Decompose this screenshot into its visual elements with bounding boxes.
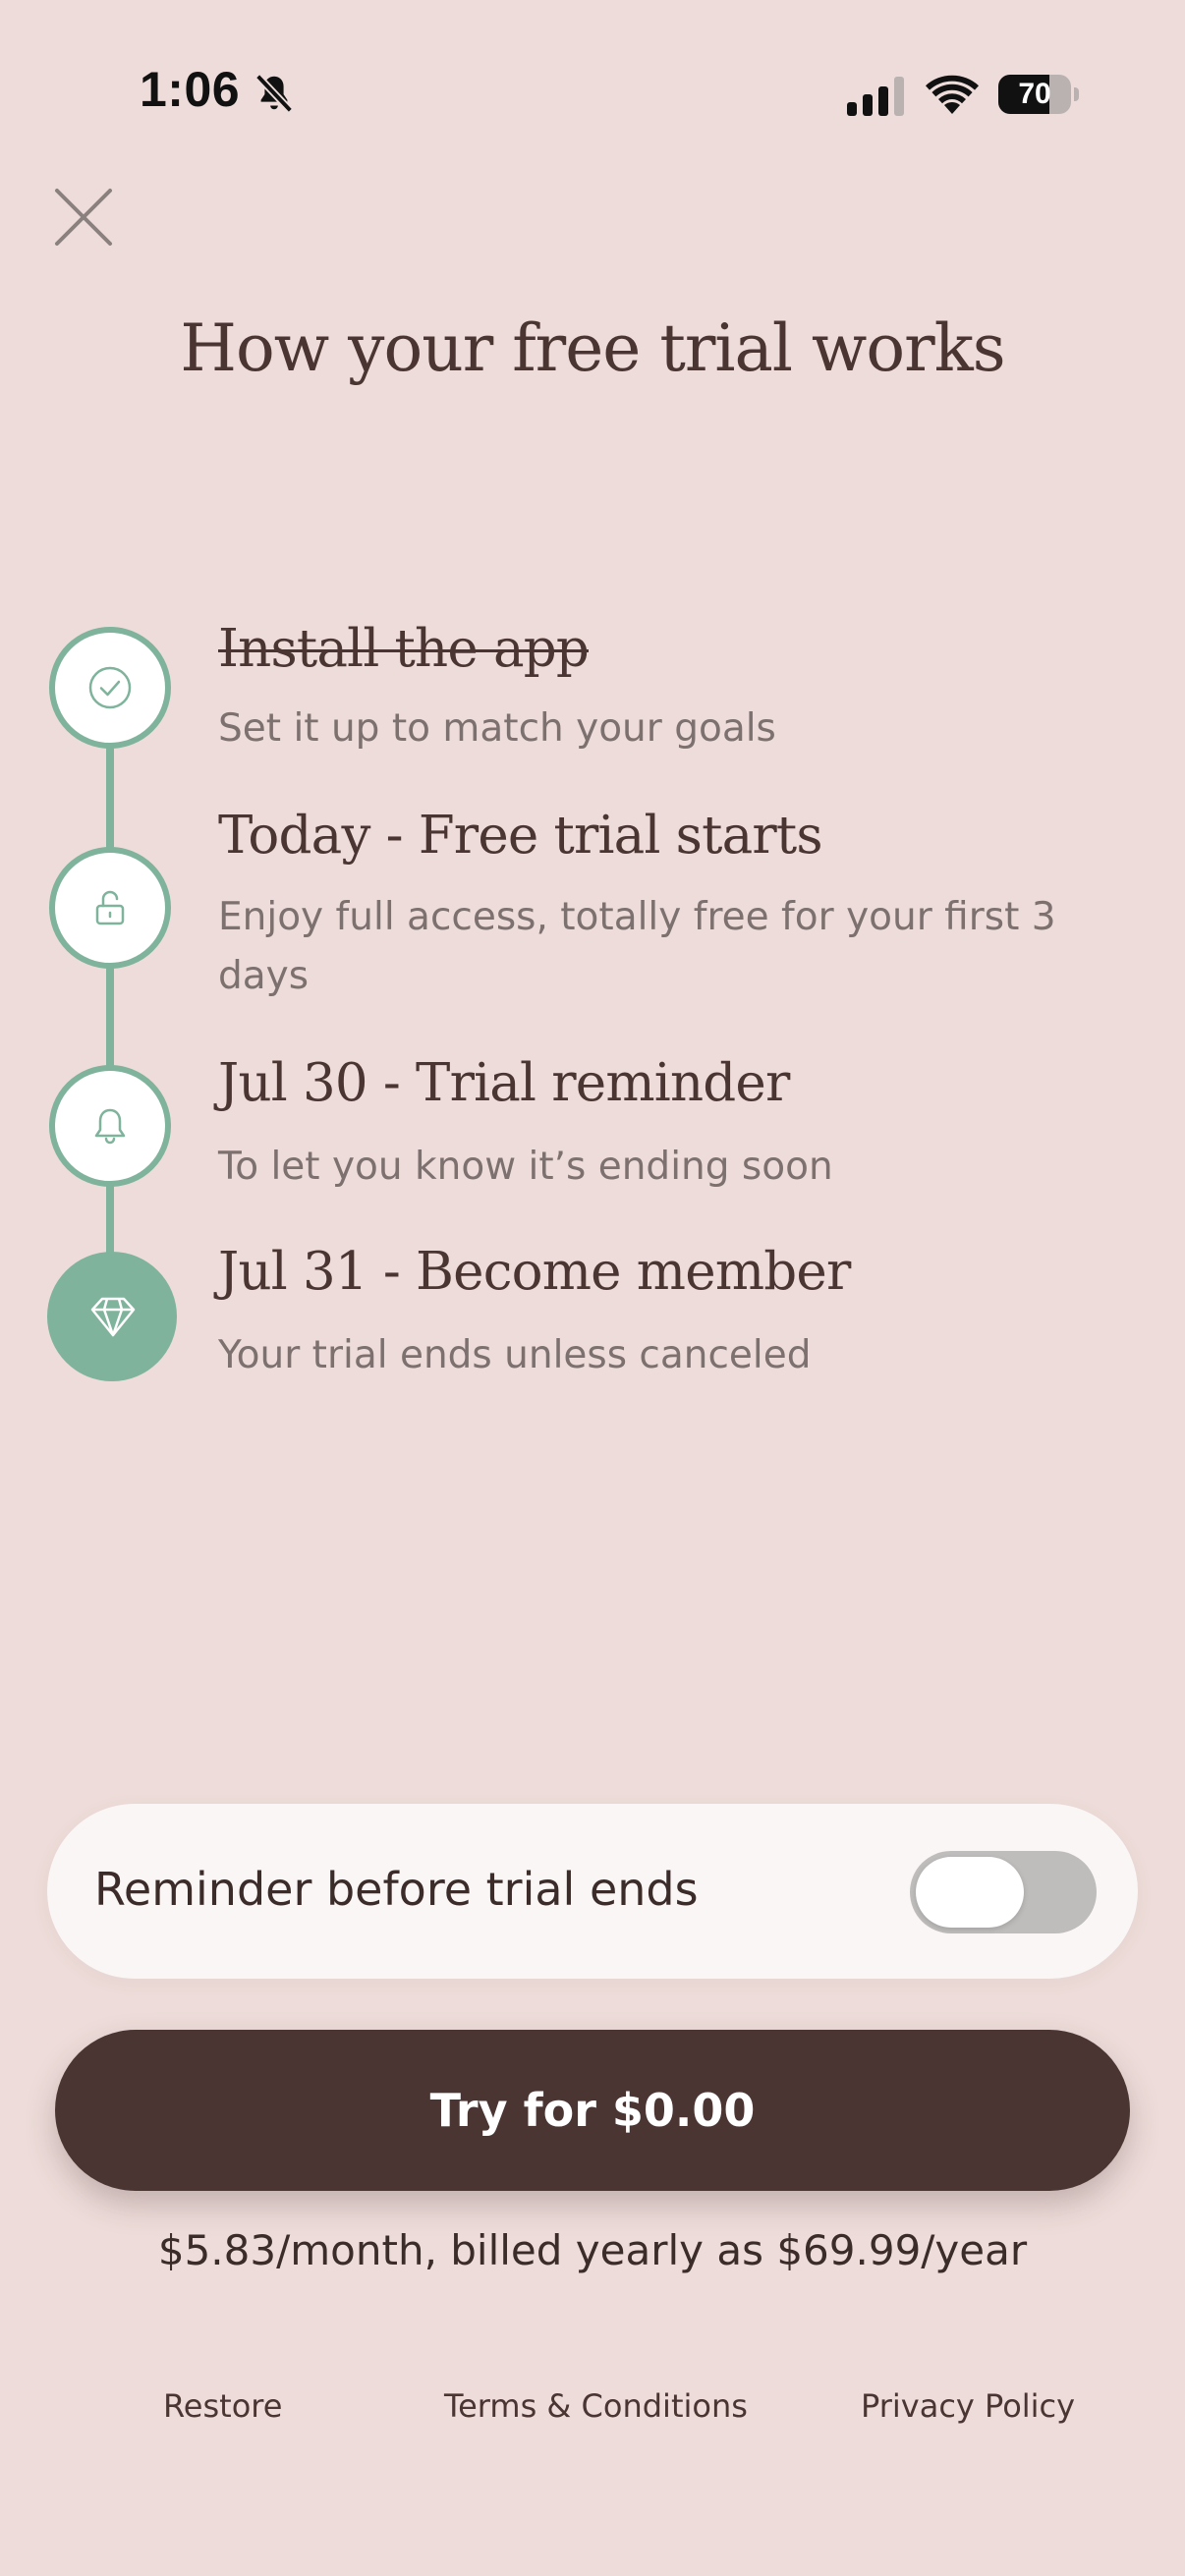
diamond-icon <box>90 1297 136 1337</box>
step-desc-install: Set it up to match your goals <box>218 706 776 751</box>
toggle-knob <box>916 1857 1024 1928</box>
reminder-toggle[interactable] <box>910 1851 1097 1933</box>
cellular-signal-icon <box>847 77 904 116</box>
status-time: 1:06 <box>140 62 241 117</box>
close-icon[interactable] <box>47 181 120 253</box>
timeline-connector <box>106 727 114 1277</box>
check-icon <box>88 666 132 709</box>
step-title-install: Install the app <box>218 619 590 679</box>
reminder-label: Reminder before trial ends <box>94 1863 699 1916</box>
wifi-icon <box>926 75 979 114</box>
step-title-member: Jul 31 - Become member <box>218 1242 851 1302</box>
timeline-node-reminder <box>49 1065 171 1187</box>
bell-slash-icon <box>254 74 294 113</box>
battery-indicator: 70 <box>998 75 1079 114</box>
pricing-note: $5.83/month, billed yearly as $69.99/yea… <box>157 2226 1028 2274</box>
unlock-icon <box>95 890 125 925</box>
page-title: How your free trial works <box>180 310 1005 386</box>
timeline-node-member <box>47 1252 177 1381</box>
step-desc-member: Your trial ends unless canceled <box>218 1333 812 1377</box>
step-desc-reminder: To let you know it’s ending soon <box>218 1145 833 1189</box>
terms-link[interactable]: Terms & Conditions <box>444 2387 748 2425</box>
try-free-button[interactable]: Try for $0.00 <box>55 2030 1130 2191</box>
privacy-link[interactable]: Privacy Policy <box>861 2387 1075 2425</box>
step-title-reminder: Jul 30 - Trial reminder <box>218 1053 790 1113</box>
step-desc-today: Enjoy full access, totally free for your… <box>218 895 1056 998</box>
restore-link[interactable]: Restore <box>163 2387 282 2425</box>
timeline-node-install <box>49 627 171 749</box>
battery-tip <box>1074 87 1079 101</box>
step-title-today: Today - Free trial starts <box>218 806 823 866</box>
timeline-node-today <box>49 847 171 969</box>
bell-icon <box>94 1108 126 1145</box>
battery-level: 70 <box>1018 78 1051 110</box>
